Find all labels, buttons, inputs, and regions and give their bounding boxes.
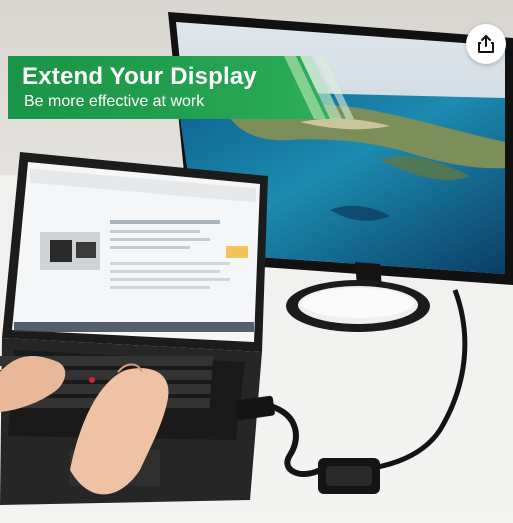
share-icon <box>477 34 495 54</box>
banner-subtitle: Be more effective at work <box>24 93 205 110</box>
banner-title: Extend Your Display <box>22 63 257 90</box>
product-image-viewer: Extend Your Display Be more effective at… <box>0 0 513 523</box>
share-button[interactable] <box>466 24 506 64</box>
